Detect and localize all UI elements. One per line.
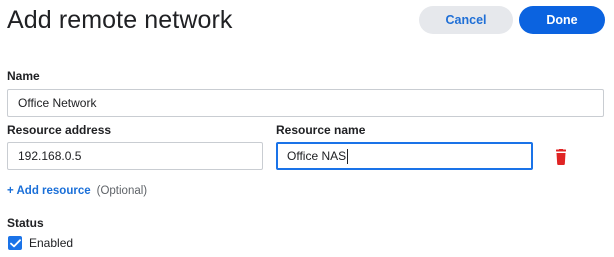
add-remote-network-dialog: Add remote network Cancel Done Name Offi… [0, 0, 614, 257]
add-resource-row: + Add resource (Optional) [7, 185, 147, 197]
status-label: Status [7, 216, 44, 230]
enabled-checkbox-row: Enabled [8, 236, 73, 250]
name-label: Name [7, 69, 40, 83]
resource-address-field[interactable]: 192.168.0.5 [7, 142, 263, 170]
trash-icon[interactable] [554, 149, 568, 165]
resource-name-field[interactable]: Office NAS [276, 142, 533, 170]
add-resource-link[interactable]: + Add resource [7, 185, 91, 197]
cancel-button[interactable]: Cancel [419, 6, 513, 34]
resource-address-label: Resource address [7, 123, 112, 137]
enabled-checkbox[interactable] [8, 236, 22, 250]
name-field[interactable]: Office Network [7, 89, 604, 117]
checkmark-icon [9, 238, 21, 247]
resource-name-value: Office NAS [287, 149, 347, 163]
page-title: Add remote network [7, 6, 233, 34]
optional-hint: (Optional) [96, 185, 148, 197]
enabled-label: Enabled [29, 236, 74, 250]
name-field-value: Office Network [18, 96, 97, 110]
resource-address-value: 192.168.0.5 [18, 149, 82, 163]
done-button[interactable]: Done [519, 6, 605, 34]
resource-name-label: Resource name [276, 123, 366, 137]
text-caret [347, 148, 349, 164]
